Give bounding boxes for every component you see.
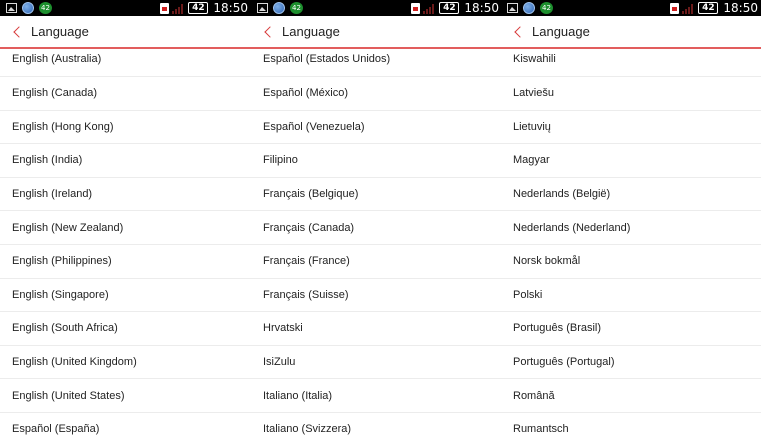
status-bar: 42 42 18:50 — [501, 0, 761, 16]
screen-panel: 42 42 18:50 Language English (Australia)… — [0, 0, 251, 441]
language-item[interactable]: Filipino — [251, 144, 502, 178]
language-item[interactable]: Polski — [501, 279, 761, 313]
language-item[interactable]: Français (Suisse) — [251, 279, 502, 313]
language-item[interactable]: Français (France) — [251, 245, 502, 279]
battery-icon: 42 — [188, 2, 209, 14]
globe-icon — [22, 2, 34, 14]
language-item[interactable]: English (Singapore) — [0, 279, 251, 313]
status-bar: 42 42 18:50 — [251, 0, 502, 16]
language-item[interactable]: Português (Brasil) — [501, 312, 761, 346]
notification-count-icon: 42 — [540, 2, 553, 14]
notification-count-icon: 42 — [290, 2, 303, 14]
language-item[interactable]: Italiano (Italia) — [251, 379, 502, 413]
screen-panel: 42 42 18:50 Language Kiswahili Latviešu … — [501, 0, 761, 441]
language-item[interactable]: English (New Zealand) — [0, 211, 251, 245]
language-item[interactable]: Español (España) — [0, 413, 251, 441]
language-item[interactable]: Română — [501, 379, 761, 413]
clock: 18:50 — [213, 1, 248, 15]
notification-count-icon: 42 — [39, 2, 52, 14]
page-title: Language — [31, 24, 89, 39]
language-item[interactable]: English (Canada) — [0, 77, 251, 111]
page-title: Language — [282, 24, 340, 39]
language-item[interactable]: Italiano (Svizzera) — [251, 413, 502, 441]
language-item[interactable]: Lietuvių — [501, 111, 761, 145]
language-item[interactable]: Latviešu — [501, 77, 761, 111]
image-icon — [6, 3, 17, 13]
language-item[interactable]: Norsk bokmål — [501, 245, 761, 279]
language-item[interactable]: Hrvatski — [251, 312, 502, 346]
back-chevron-icon[interactable] — [264, 25, 276, 38]
language-list: Español (Estados Unidos) Español (México… — [251, 51, 502, 441]
action-bar: Language — [501, 16, 761, 49]
language-item[interactable]: Kiswahili — [501, 51, 761, 77]
language-item[interactable]: Nederlands (België) — [501, 178, 761, 212]
language-item[interactable]: Magyar — [501, 144, 761, 178]
language-item[interactable]: English (United States) — [0, 379, 251, 413]
action-bar: Language — [0, 16, 251, 49]
signal-icon — [172, 3, 184, 14]
language-item[interactable]: English (Ireland) — [0, 178, 251, 212]
battery-icon: 42 — [698, 2, 719, 14]
clock: 18:50 — [464, 1, 499, 15]
globe-icon — [273, 2, 285, 14]
battery-icon: 42 — [439, 2, 460, 14]
language-item[interactable]: English (India) — [0, 144, 251, 178]
language-item[interactable]: Français (Canada) — [251, 211, 502, 245]
language-item[interactable]: Rumantsch — [501, 413, 761, 441]
back-chevron-icon[interactable] — [13, 25, 25, 38]
language-item[interactable]: English (South Africa) — [0, 312, 251, 346]
image-icon — [257, 3, 268, 13]
status-bar: 42 42 18:50 — [0, 0, 251, 16]
signal-icon — [423, 3, 435, 14]
sim-card-icon — [411, 2, 421, 14]
language-item[interactable]: English (Hong Kong) — [0, 111, 251, 145]
sim-card-icon — [160, 2, 170, 14]
sim-card-icon — [670, 2, 680, 14]
language-item[interactable]: Nederlands (Nederland) — [501, 211, 761, 245]
globe-icon — [523, 2, 535, 14]
language-item[interactable]: Français (Belgique) — [251, 178, 502, 212]
page-title: Language — [532, 24, 590, 39]
clock: 18:50 — [723, 1, 758, 15]
language-list: English (Australia) English (Canada) Eng… — [0, 51, 251, 441]
language-item[interactable]: IsiZulu — [251, 346, 502, 380]
language-list: Kiswahili Latviešu Lietuvių Magyar Neder… — [501, 51, 761, 441]
image-icon — [507, 3, 518, 13]
back-chevron-icon[interactable] — [514, 25, 526, 38]
language-item[interactable]: Español (Estados Unidos) — [251, 51, 502, 77]
signal-icon — [682, 3, 694, 14]
language-item[interactable]: Português (Portugal) — [501, 346, 761, 380]
action-bar: Language — [251, 16, 502, 49]
language-item[interactable]: English (United Kingdom) — [0, 346, 251, 380]
language-item[interactable]: Español (Venezuela) — [251, 111, 502, 145]
language-item[interactable]: English (Philippines) — [0, 245, 251, 279]
language-item[interactable]: Español (México) — [251, 77, 502, 111]
language-item[interactable]: English (Australia) — [0, 51, 251, 77]
screen-panel: 42 42 18:50 Language Español (Estados Un… — [251, 0, 502, 441]
